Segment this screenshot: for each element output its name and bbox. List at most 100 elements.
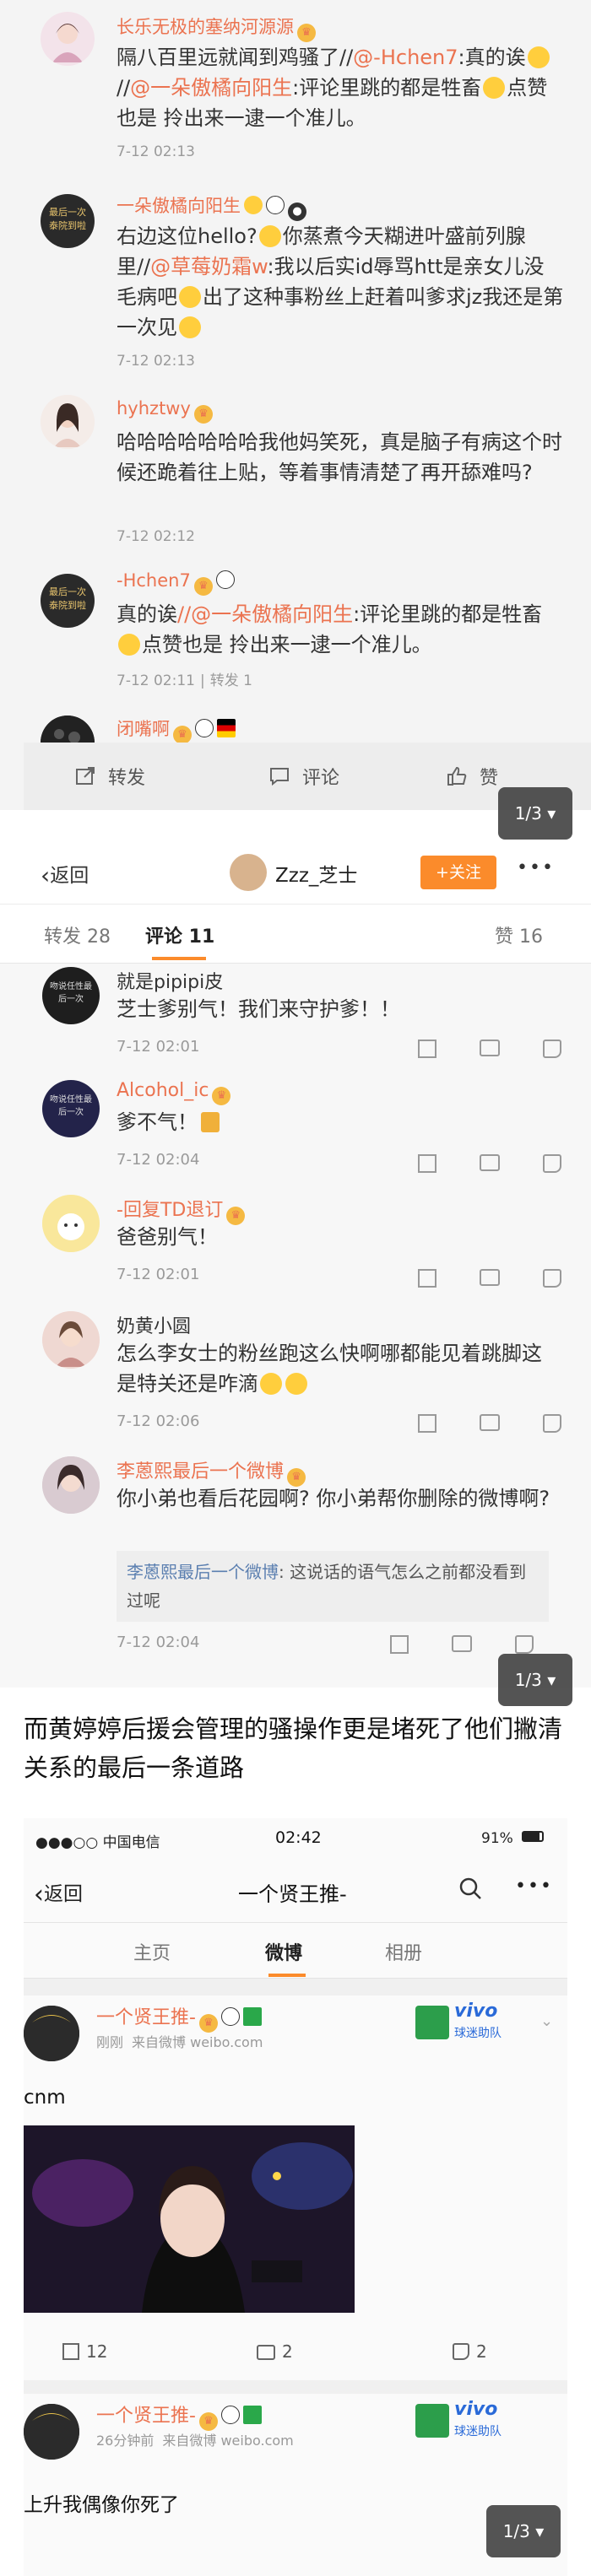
comment-username[interactable]: Alcohol_ic ♛ (117, 1080, 231, 1105)
avatar[interactable] (41, 12, 95, 66)
comment-username[interactable]: 就是pipipi皮 (117, 967, 223, 994)
comment-text: 爸爸别气！ (117, 1225, 218, 1249)
action-icons (418, 1154, 561, 1178)
follow-button[interactable]: +关注 (420, 856, 496, 889)
comment-username[interactable]: 奶黄小圆 (117, 1311, 191, 1338)
comment-icon[interactable] (480, 1040, 500, 1056)
comment-button[interactable]: 评论 (268, 743, 339, 810)
page-indicator[interactable]: 1/3 ▾ (486, 2505, 561, 2557)
carrier-label: ●●●○○ 中国电信 (35, 1834, 160, 1851)
flag-germany-icon (217, 719, 236, 737)
page-title: 一个贤王推- (238, 1882, 347, 1906)
post-meta: 26分钟前 来自微博 weibo.com (96, 2433, 294, 2449)
chevron-down-icon[interactable]: ⌄ (540, 2012, 553, 2030)
repost-count[interactable]: 12 (62, 2341, 107, 2362)
comment-username[interactable]: 李蒽熙最后一个微博 ♛ (117, 1456, 306, 1487)
avatar[interactable] (24, 2404, 79, 2460)
search-icon[interactable] (458, 1876, 483, 1904)
emoji-icon (260, 1373, 282, 1395)
comment-count[interactable]: 2 (257, 2341, 293, 2362)
tab-weibo[interactable]: 微博 (265, 1938, 302, 1965)
back-button[interactable]: ‹返回 (34, 1877, 83, 1909)
comment-username[interactable]: -回复TD退订 ♛ (117, 1195, 246, 1225)
thumbs-up-icon[interactable] (543, 1269, 561, 1288)
comment-username[interactable]: 长乐无极的塞纳河源源 ♛ (117, 14, 316, 42)
comment-username[interactable]: 一朵傲橘向阳生 ● (117, 192, 306, 221)
battery-label: 91% (481, 1830, 513, 1847)
soccer-ball-icon (415, 2006, 449, 2039)
tab-album[interactable]: 相册 (385, 1938, 422, 1965)
profile-name[interactable]: Zzz_芝士 (275, 859, 357, 888)
avatar[interactable]: 最后一次泰院到啦 (41, 194, 95, 248)
quoted-reply[interactable]: 李蒽熙最后一个微博: 这说话的语气怎么之前都没看到过呢 (117, 1551, 549, 1622)
vivo-badge[interactable]: vivo 球迷助队 (415, 2001, 525, 2044)
comment-username[interactable]: hyhztwy ♛ (117, 398, 213, 424)
panda-badge-icon (266, 196, 285, 214)
share-icon[interactable] (418, 1269, 436, 1288)
avatar[interactable]: 吻说任性最后一次 (42, 1080, 100, 1137)
comment-time: 7-12 02:01 (117, 1038, 200, 1056)
avatar[interactable]: 最后一次泰院到啦 (41, 574, 95, 628)
thumbs-up-icon[interactable] (543, 1154, 561, 1173)
tab-home[interactable]: 主页 (133, 1938, 171, 1965)
comment-username[interactable]: 闭嘴啊 ♛ (117, 716, 236, 744)
page-indicator[interactable]: 1/3 ▾ (498, 1654, 572, 1706)
comment-icon (270, 768, 289, 786)
avatar[interactable] (41, 395, 95, 449)
avatar[interactable] (42, 1195, 100, 1252)
avatar[interactable] (42, 1456, 100, 1514)
more-icon[interactable]: ••• (517, 857, 555, 878)
panda-badge-icon (195, 719, 214, 737)
like-button[interactable]: 赞 (446, 743, 498, 810)
comment-icon[interactable] (480, 1269, 500, 1286)
active-tab-indicator (268, 1974, 306, 1977)
comment-icon[interactable] (480, 1414, 500, 1431)
panda-badge-icon (215, 570, 235, 589)
back-button[interactable]: ‹返回 (41, 859, 89, 889)
comment-text: 芝士爹别气！我们来守护爹！！ (117, 997, 400, 1021)
comment-username[interactable]: -Hchen7 ♛ (117, 570, 235, 596)
post-image[interactable] (24, 2125, 355, 2313)
avatar[interactable] (24, 2006, 79, 2061)
avatar[interactable] (42, 1311, 100, 1369)
like-count[interactable]: 2 (453, 2341, 487, 2362)
comment-icon[interactable] (480, 1154, 500, 1171)
avatar-label: 最后一次泰院到啦 (49, 207, 86, 231)
comment-list: 吻说任性最后一次 就是pipipi皮 芝士爹别气！我们来守护爹！！ 7-12 0… (0, 964, 591, 1706)
comment-time: 7-12 02:04 (117, 1151, 200, 1169)
action-icons (418, 1269, 561, 1293)
profile-tabs: 主页 微博 相册 (24, 1923, 567, 1979)
comment-time: 7-12 02:04 (117, 1634, 200, 1651)
share-icon[interactable] (418, 1154, 436, 1173)
reply-count[interactable]: 转发 1 (210, 672, 252, 689)
thumbs-up-icon (447, 766, 467, 786)
comment-icon[interactable] (452, 1635, 472, 1652)
crown-badge-icon: ♛ (193, 577, 213, 596)
more-icon[interactable]: ••• (515, 1876, 553, 1897)
post-username[interactable]: 一个贤王推- ♛ (96, 2002, 262, 2033)
avatar[interactable] (230, 854, 267, 891)
share-icon[interactable] (390, 1635, 409, 1654)
avatar[interactable]: 吻说任性最后一次 (42, 967, 100, 1024)
page-indicator[interactable]: 1/3 ▾ (498, 787, 572, 840)
comment-text: 隔八百里远就闻到鸡骚了//@-Hchen7:真的诶//@一朵傲橘向阳生:评论里跳… (117, 42, 564, 133)
comment-text: 你小弟也看后花园啊? 你小弟帮你删除的微博啊? (117, 1487, 550, 1510)
chevron-left-icon: ‹ (41, 861, 51, 889)
tab-like[interactable]: 赞 16 (495, 921, 543, 948)
comment-time: 7-12 02:11 | 转发 1 (117, 672, 252, 689)
share-icon[interactable] (418, 1414, 436, 1433)
emoji-icon (179, 316, 201, 338)
repost-button[interactable]: 转发 (74, 743, 145, 810)
soccer-ball-icon (415, 2404, 449, 2438)
thumbs-up-icon[interactable] (543, 1414, 561, 1433)
thumbs-up-icon[interactable] (515, 1635, 534, 1654)
share-icon[interactable] (418, 1040, 436, 1058)
thumbs-up-icon[interactable] (543, 1040, 561, 1058)
avatar-label: 吻说任性最后一次 (50, 1095, 92, 1117)
tab-comment[interactable]: 评论 11 (145, 921, 214, 948)
post-text: cnm (24, 2087, 66, 2109)
vivo-badge[interactable]: vivo 球迷助队 (415, 2399, 525, 2443)
post-username[interactable]: 一个贤王推- ♛ (96, 2400, 262, 2431)
tab-repost[interactable]: 转发 28 (44, 921, 111, 948)
avatar-label: 吻说任性最后一次 (50, 982, 92, 1004)
